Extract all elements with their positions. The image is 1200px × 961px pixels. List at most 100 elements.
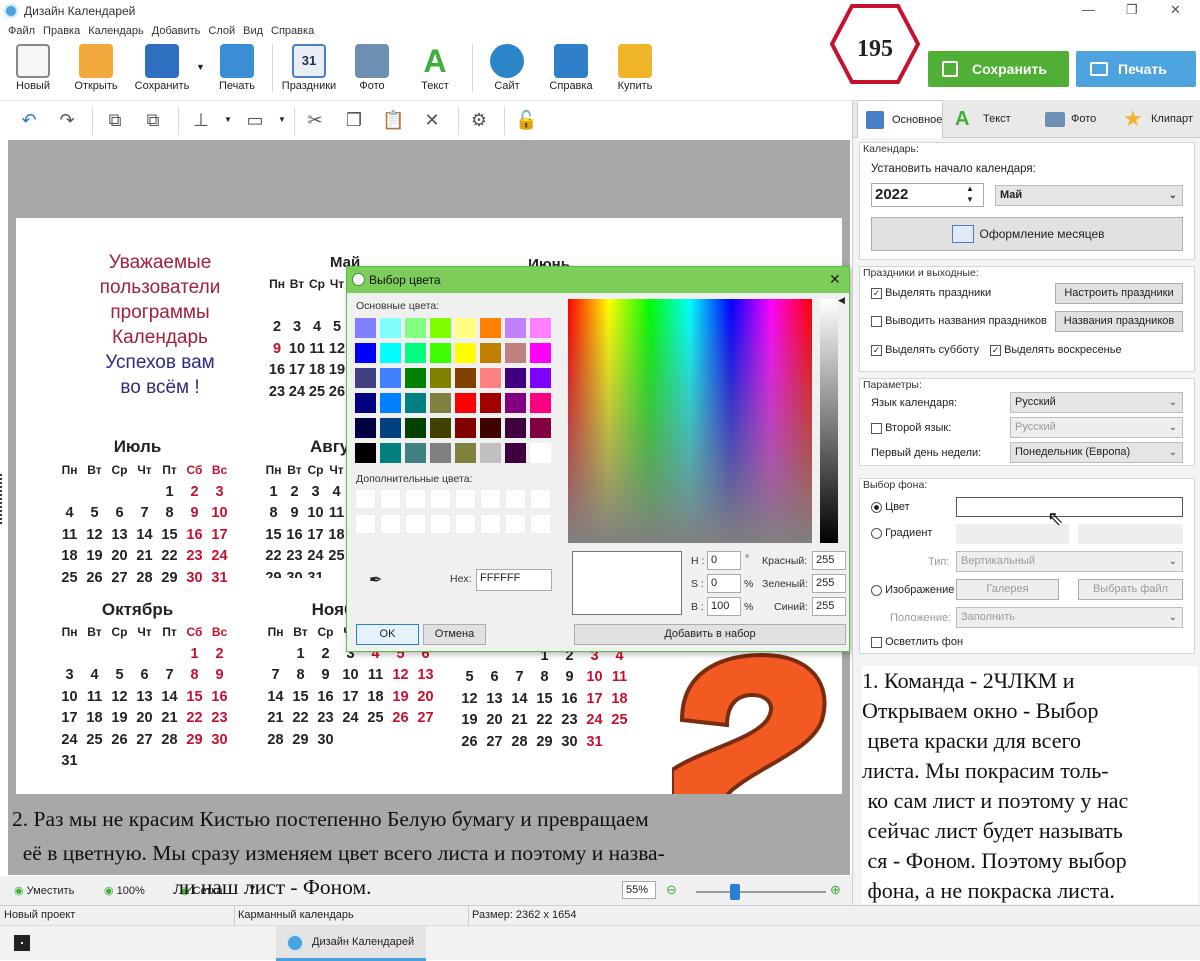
menu-layer[interactable]: Слой xyxy=(208,22,235,40)
brightness-pointer-icon[interactable]: ◀ xyxy=(838,295,845,306)
windows-start-icon[interactable] xyxy=(14,935,30,951)
gradient-radio[interactable]: Градиент xyxy=(871,527,932,539)
color-swatch[interactable] xyxy=(505,343,526,363)
color-swatch[interactable] xyxy=(505,418,526,438)
color-swatch[interactable] xyxy=(480,343,501,363)
color-swatch[interactable] xyxy=(355,418,376,438)
h-input[interactable]: 0 xyxy=(707,551,741,570)
custom-color-swatch[interactable] xyxy=(480,489,501,509)
align-icon[interactable]: ⊥ xyxy=(190,109,212,131)
color-swatch[interactable] xyxy=(380,343,401,363)
s-input[interactable]: 0 xyxy=(707,574,741,593)
undo-icon[interactable]: ↶ xyxy=(18,109,40,131)
color-swatch[interactable] xyxy=(480,443,501,463)
color-swatch[interactable] xyxy=(355,343,376,363)
color-swatch[interactable] xyxy=(430,343,451,363)
show-holiday-names-checkbox[interactable]: Выводить названия праздников xyxy=(871,315,1047,327)
tab-photo[interactable]: Фото xyxy=(1037,100,1117,138)
blue-input[interactable]: 255 xyxy=(812,597,846,616)
custom-color-swatch[interactable] xyxy=(405,514,426,534)
month-october[interactable]: Пн Вт Ср Чт Пт Сб Вс 12 3456789 10 11 12 13 14 15 16… xyxy=(56,620,233,773)
green-input[interactable]: 255 xyxy=(812,574,846,593)
text-button[interactable]: A Текст xyxy=(408,44,462,92)
minimize-button[interactable]: — xyxy=(1082,2,1095,17)
color-swatch[interactable] xyxy=(405,343,426,363)
color-swatch[interactable] xyxy=(505,368,526,388)
bring-front-icon[interactable]: ⧉ xyxy=(104,109,126,131)
send-back-icon[interactable]: ⧉ xyxy=(142,109,164,131)
month-select[interactable]: Май ⌄ xyxy=(995,185,1183,206)
month-design-button[interactable]: Оформление месяцев xyxy=(871,217,1183,251)
color-swatch[interactable] xyxy=(405,368,426,388)
year-digit-graphic[interactable] xyxy=(672,650,842,794)
maximize-button[interactable]: ❐ xyxy=(1126,2,1138,18)
gradient-color2-box[interactable] xyxy=(1078,524,1183,544)
month-december[interactable]: 1234 5 6 7 8 9 10 11 12 13 14 15 16 17 18 19 20 21 22 23… xyxy=(456,644,633,754)
color-swatch[interactable] xyxy=(455,343,476,363)
year-spinner-icon[interactable]: ▲ ▼ xyxy=(966,183,974,205)
color-swatch[interactable] xyxy=(530,343,551,363)
color-swatch[interactable] xyxy=(405,418,426,438)
holidays-button[interactable]: 31 Праздники xyxy=(280,44,338,92)
color-swatch[interactable] xyxy=(380,318,401,338)
color-swatch[interactable] xyxy=(405,393,426,413)
second-language-checkbox[interactable]: Второй язык: xyxy=(871,422,951,434)
close-icon[interactable]: ✕ xyxy=(829,271,841,288)
color-swatch[interactable] xyxy=(480,393,501,413)
cancel-button[interactable]: Отмена xyxy=(423,624,486,645)
gallery-button[interactable]: Галерея xyxy=(956,579,1059,600)
custom-color-swatch[interactable] xyxy=(380,514,401,534)
distribute-dropdown-icon[interactable]: ▼ xyxy=(278,115,286,124)
color-swatch[interactable] xyxy=(480,318,501,338)
lock-icon[interactable]: 🔓 xyxy=(515,109,537,131)
align-dropdown-icon[interactable]: ▼ xyxy=(224,115,232,124)
menu-view[interactable]: Вид xyxy=(243,22,263,40)
holiday-names-button[interactable]: Названия праздников xyxy=(1055,311,1183,332)
b-input[interactable]: 100 xyxy=(707,597,741,616)
custom-color-swatch[interactable] xyxy=(355,514,376,534)
color-swatch[interactable] xyxy=(530,318,551,338)
menu-help[interactable]: Справка xyxy=(271,22,314,40)
properties-icon[interactable]: ⚙ xyxy=(468,109,490,131)
gradient-type-select[interactable]: Вертикальный ⌄ xyxy=(956,551,1183,572)
copy-icon[interactable]: ❐ xyxy=(343,109,365,131)
color-swatch[interactable] xyxy=(455,393,476,413)
color-swatch[interactable] xyxy=(430,318,451,338)
distribute-icon[interactable]: ▭ xyxy=(244,109,266,131)
resize-handle[interactable] xyxy=(0,474,6,524)
print-big-button[interactable]: Печать xyxy=(1076,51,1196,87)
menu-calendar[interactable]: Календарь xyxy=(88,22,144,40)
menu-edit[interactable]: Правка xyxy=(43,22,80,40)
color-swatch[interactable] xyxy=(505,393,526,413)
custom-color-swatch[interactable] xyxy=(530,514,551,534)
color-swatch[interactable] xyxy=(380,418,401,438)
color-swatch[interactable] xyxy=(455,318,476,338)
color-swatch[interactable] xyxy=(355,318,376,338)
color-radio[interactable]: Цвет xyxy=(871,501,910,513)
custom-color-swatch[interactable] xyxy=(455,514,476,534)
save-dropdown-icon[interactable]: ▼ xyxy=(196,62,205,72)
eyedropper-icon[interactable]: ✒ xyxy=(369,570,382,590)
month-august[interactable]: Пн Вт Ср Чт 1234 8 9 10 11 15 16 17 18 22 23 24 25 2… xyxy=(262,458,348,578)
second-language-select[interactable]: Русский ⌄ xyxy=(1010,417,1183,438)
cut-icon[interactable]: ✂ xyxy=(304,109,326,131)
save-tool-button[interactable]: Сохранить xyxy=(132,44,192,92)
custom-color-swatch[interactable] xyxy=(430,514,451,534)
help-button[interactable]: Справка xyxy=(544,44,598,92)
menu-add[interactable]: Добавить xyxy=(152,22,201,40)
color-swatch[interactable] xyxy=(455,418,476,438)
custom-color-swatch[interactable] xyxy=(455,489,476,509)
month-may[interactable]: Пн Вт Ср Чт 2345 9 10 11 12 16 17 18 19 23 24 25 26 … xyxy=(266,272,348,402)
dialog-title-bar[interactable]: Выбор цвета ✕ xyxy=(347,267,849,293)
tab-text[interactable]: A Текст xyxy=(949,100,1029,138)
open-button[interactable]: Открыть xyxy=(69,44,123,92)
color-swatch[interactable] xyxy=(355,393,376,413)
position-select[interactable]: Заполнить ⌄ xyxy=(956,607,1183,628)
custom-color-swatch[interactable] xyxy=(380,489,401,509)
site-button[interactable]: Сайт xyxy=(480,44,534,92)
color-swatch[interactable] xyxy=(355,443,376,463)
grid-dropdown-icon[interactable]: ▼ xyxy=(248,883,257,893)
color-swatch[interactable] xyxy=(430,443,451,463)
color-spectrum[interactable] xyxy=(568,299,812,543)
delete-icon[interactable]: ✕ xyxy=(421,109,443,131)
